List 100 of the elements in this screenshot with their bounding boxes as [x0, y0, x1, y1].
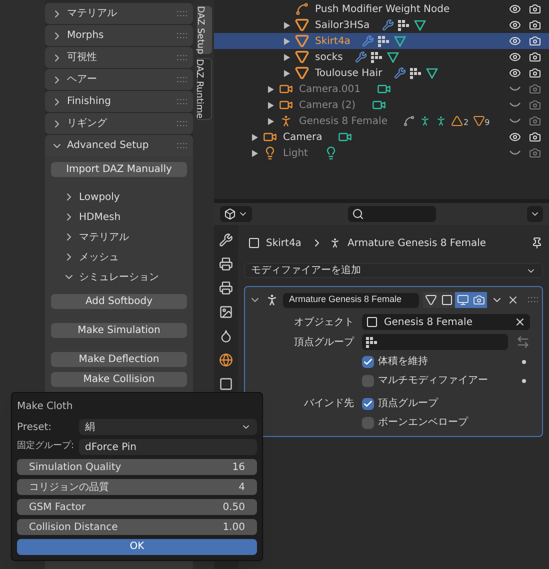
checkbox-label[interactable]: 頂点グループ — [378, 396, 438, 411]
drag-handle-icon[interactable] — [177, 142, 187, 148]
closed-eye-icon[interactable] — [509, 150, 521, 156]
drag-handle-icon[interactable] — [177, 120, 187, 126]
object-name[interactable]: Toulouse Hair — [315, 66, 382, 80]
outliner-row[interactable]: Sailor3HSa — [214, 17, 549, 33]
panel-header[interactable]: Morphs — [45, 25, 193, 46]
panel-title[interactable]: Advanced Setup — [67, 138, 173, 153]
number-field[interactable]: コリジョンの品質 4 — [17, 479, 257, 495]
subpanel-header[interactable]: メッシュ — [51, 247, 187, 267]
drag-handle-icon[interactable] — [177, 54, 187, 60]
printer-icon[interactable] — [219, 257, 233, 271]
pose-icon[interactable] — [419, 115, 432, 127]
wrench-icon[interactable] — [394, 67, 406, 79]
subpanel-title[interactable]: Lowpoly — [79, 190, 120, 204]
expand-triangle-icon[interactable] — [284, 54, 290, 60]
number-field[interactable]: Collision Distance 1.00 — [17, 519, 257, 535]
droplet-icon[interactable] — [219, 329, 233, 343]
outliner-row[interactable]: Camera (2) — [214, 97, 549, 113]
drag-handle-icon[interactable] — [177, 32, 187, 38]
panel-header[interactable]: リギング — [45, 113, 193, 134]
expand-triangle-icon[interactable] — [268, 86, 274, 92]
eye-icon[interactable] — [509, 35, 521, 47]
clear-icon[interactable] — [514, 316, 526, 328]
wrench-icon[interactable] — [219, 233, 233, 247]
pin-icon[interactable] — [531, 237, 543, 249]
object-name[interactable]: socks — [315, 50, 343, 64]
outliner-row[interactable]: Toulouse Hair — [214, 65, 549, 81]
edit-mode-toggle[interactable] — [439, 292, 455, 308]
editor-type-dropdown[interactable] — [220, 206, 252, 222]
square-icon[interactable] — [219, 377, 233, 391]
drag-handle-icon[interactable] — [177, 76, 187, 82]
panel-header[interactable]: ヘアー — [45, 69, 193, 90]
expand-triangle-icon[interactable] — [284, 22, 290, 28]
number-field[interactable]: GSM Factor 0.50 — [17, 499, 257, 515]
object-name[interactable]: Camera (2) — [299, 98, 356, 112]
panel-header[interactable]: Finishing — [45, 91, 193, 112]
operator-button[interactable]: Make Collision — [51, 372, 187, 387]
subpanel-title[interactable]: HDMesh — [79, 210, 121, 224]
child-mesh-icon[interactable] — [451, 115, 464, 127]
closed-eye-icon[interactable] — [509, 118, 521, 124]
camera-data-icon[interactable] — [338, 130, 352, 144]
closed-eye-icon[interactable] — [509, 86, 521, 92]
camera-data-icon[interactable] — [376, 82, 391, 96]
options-dropdown[interactable] — [527, 206, 543, 222]
camera-data-icon[interactable] — [372, 98, 386, 112]
outliner-row[interactable]: socks — [214, 49, 549, 65]
ok-button[interactable]: OK — [17, 539, 257, 555]
sidebar-tab[interactable]: DAZ Setup — [197, 6, 212, 54]
eye-icon[interactable] — [509, 3, 521, 15]
image-icon[interactable] — [219, 305, 233, 319]
panel-title[interactable]: 可視性 — [67, 50, 173, 65]
eye-icon[interactable] — [509, 19, 521, 31]
panel-title[interactable]: マテリアル — [67, 6, 173, 21]
outliner-row[interactable]: Light — [214, 145, 549, 161]
child-mesh-icon[interactable] — [472, 115, 485, 127]
object-name[interactable]: Light — [283, 146, 308, 160]
checkbox[interactable] — [362, 356, 374, 368]
close-icon[interactable] — [507, 294, 519, 306]
checkbox-label[interactable]: 体積を維持 — [378, 354, 428, 369]
panel-title[interactable]: ヘアー — [67, 72, 173, 87]
preset-dropdown[interactable]: 絹 — [79, 419, 257, 435]
object-name[interactable]: Camera.001 — [299, 82, 361, 96]
object-name[interactable]: Camera — [283, 130, 322, 144]
number-field[interactable]: Simulation Quality 16 — [17, 459, 257, 475]
expand-triangle-icon[interactable] — [268, 102, 274, 108]
sidebar-tab[interactable]: DAZ Runtime — [197, 58, 212, 120]
pin-group-field[interactable]: dForce Pin — [79, 439, 257, 455]
checkbox[interactable] — [362, 416, 374, 428]
panel-header[interactable]: マテリアル — [45, 3, 193, 24]
closed-eye-icon[interactable] — [509, 102, 521, 108]
add-modifier-dropdown[interactable]: モディファイアーを追加 — [244, 263, 543, 278]
object-name[interactable]: Genesis 8 Female — [299, 114, 388, 128]
operator-button[interactable]: Make Simulation — [51, 323, 187, 338]
armature-data-icon[interactable] — [435, 115, 448, 127]
outliner-row[interactable]: Camera — [214, 129, 549, 145]
subpanel-header[interactable]: シミュレーション — [51, 267, 187, 287]
expand-triangle-icon[interactable] — [284, 38, 290, 44]
search-field[interactable] — [348, 206, 436, 222]
operator-button[interactable]: Add Softbody — [51, 294, 187, 309]
panel-header[interactable]: Advanced Setup — [45, 135, 193, 156]
wrench-icon[interactable] — [382, 19, 394, 31]
object-name[interactable]: Skirt4a — [315, 34, 350, 48]
drag-handle-icon[interactable] — [528, 297, 538, 303]
outliner-row[interactable]: Genesis 8 Female 2 9 — [214, 113, 549, 129]
subpanel-title[interactable]: マテリアル — [79, 230, 129, 244]
panel-title[interactable]: Morphs — [67, 28, 173, 43]
subpanel-header[interactable]: HDMesh — [51, 207, 187, 227]
subpanel-title[interactable]: メッシュ — [79, 250, 119, 264]
globe-icon[interactable] — [219, 353, 233, 367]
outliner-row[interactable]: Push Modifier Weight Node — [214, 1, 549, 17]
panel-header[interactable]: 可視性 — [45, 47, 193, 68]
drag-handle-icon[interactable] — [177, 98, 187, 104]
viewport-toggle[interactable] — [455, 292, 471, 308]
drag-handle-icon[interactable] — [177, 10, 187, 16]
checkbox[interactable] — [362, 398, 374, 410]
expand-triangle-icon[interactable] — [268, 118, 274, 124]
expand-triangle-icon[interactable] — [252, 150, 258, 156]
checkbox-label[interactable]: ボーンエンベロープ — [378, 415, 468, 430]
panel-title[interactable]: Finishing — [67, 94, 173, 109]
